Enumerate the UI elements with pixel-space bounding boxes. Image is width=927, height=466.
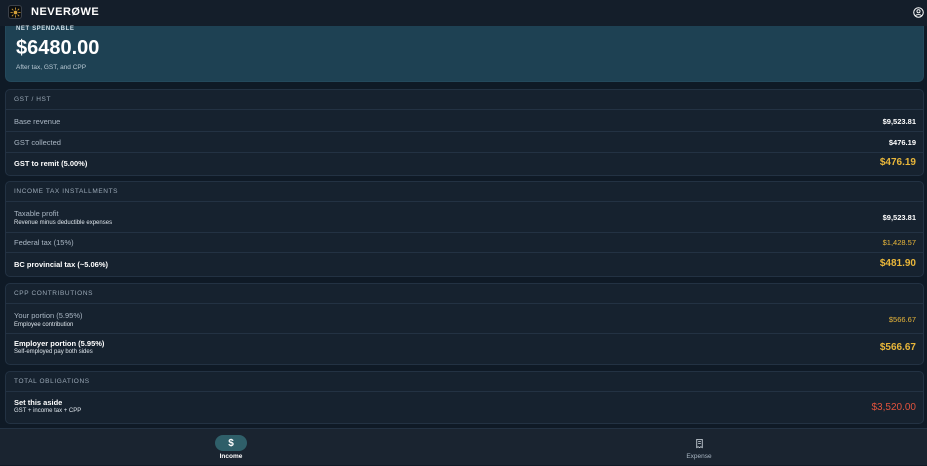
- row-label: Federal tax (15%): [14, 238, 74, 247]
- nav-label-income: Income: [219, 453, 243, 460]
- net-spendable-card: NET SPENDABLE $6480.00 After tax, GST, a…: [5, 26, 924, 82]
- income-row-federal: Federal tax (15%) $1,428.57: [6, 233, 923, 253]
- row-label: Taxable profit: [14, 209, 59, 218]
- dollar-icon: $: [228, 437, 234, 449]
- net-spendable-label: NET SPENDABLE: [16, 26, 75, 32]
- row-value: $9,523.81: [882, 213, 916, 222]
- app-logo[interactable]: [8, 5, 22, 19]
- row-sub: Employee contribution: [14, 322, 74, 328]
- row-label: GST to remit (5.00%): [14, 159, 88, 168]
- gst-row-collected: GST collected $476.19: [6, 132, 923, 153]
- receipt-icon: [695, 438, 703, 448]
- row-label: BC provincial tax (~5.06%): [14, 260, 108, 269]
- net-spendable-subtitle: After tax, GST, and CPP: [16, 64, 87, 71]
- income-tax-header: INCOME TAX INSTALLMENTS: [6, 182, 923, 202]
- cpp-row-employer-portion: Employer portion (5.95%) Self-employed p…: [6, 334, 923, 364]
- row-label: GST collected: [14, 138, 61, 147]
- row-label: Set this aside: [14, 398, 63, 407]
- total-value: $3,520.00: [871, 402, 917, 413]
- account-icon[interactable]: [913, 7, 924, 18]
- row-value: $566.67: [879, 342, 916, 353]
- nav-item-expense[interactable]: Expense: [639, 429, 759, 466]
- gst-header: GST / HST: [6, 90, 923, 110]
- net-spendable-amount: $6480.00: [16, 37, 100, 59]
- row-label: Your portion (5.95%): [14, 311, 83, 320]
- cpp-card: CPP CONTRIBUTIONS Your portion (5.95%) E…: [5, 283, 924, 365]
- app-title: NEVERØWE: [31, 6, 100, 18]
- gst-row-remit: GST to remit (5.00%) $476.19: [6, 153, 923, 175]
- row-value: $476.19: [879, 157, 916, 168]
- logo-mark-icon: [9, 6, 21, 18]
- income-row-provincial: BC provincial tax (~5.06%) $481.90: [6, 253, 923, 276]
- nav-label-expense: Expense: [686, 453, 712, 460]
- row-sub: GST + income tax + CPP: [14, 408, 82, 414]
- cpp-row-your-portion: Your portion (5.95%) Employee contributi…: [6, 304, 923, 334]
- gst-card: GST / HST Base revenue $9,523.81 GST col…: [5, 89, 924, 176]
- row-value: $9,523.81: [882, 117, 916, 126]
- nav-pill-expense[interactable]: [683, 435, 715, 451]
- cpp-header: CPP CONTRIBUTIONS: [6, 284, 923, 304]
- row-sub: Revenue minus deductible expenses: [14, 220, 113, 226]
- row-label: Base revenue: [14, 117, 61, 126]
- nav-pill-income[interactable]: $: [215, 435, 247, 451]
- gst-row-base-revenue: Base revenue $9,523.81: [6, 110, 923, 132]
- total-row-set-aside: Set this aside GST + income tax + CPP $3…: [6, 392, 923, 424]
- income-row-taxable-profit: Taxable profit Revenue minus deductible …: [6, 202, 923, 233]
- row-value: $1,428.57: [882, 238, 916, 247]
- income-tax-card: INCOME TAX INSTALLMENTS Taxable profit R…: [5, 181, 924, 277]
- row-sub: Self-employed pay both sides: [14, 349, 93, 355]
- nav-item-income[interactable]: $ Income: [171, 429, 291, 466]
- bottom-nav: $ Income Expense: [0, 428, 927, 465]
- row-value: $481.90: [879, 258, 916, 269]
- top-bar: NEVERØWE: [0, 0, 927, 26]
- total-obligations-card: TOTAL OBLIGATIONS Set this aside GST + i…: [5, 371, 924, 424]
- row-value: $566.67: [888, 315, 916, 324]
- row-label: Employer portion (5.95%): [14, 339, 105, 348]
- total-obligations-header: TOTAL OBLIGATIONS: [6, 372, 923, 392]
- row-value: $476.19: [888, 138, 916, 147]
